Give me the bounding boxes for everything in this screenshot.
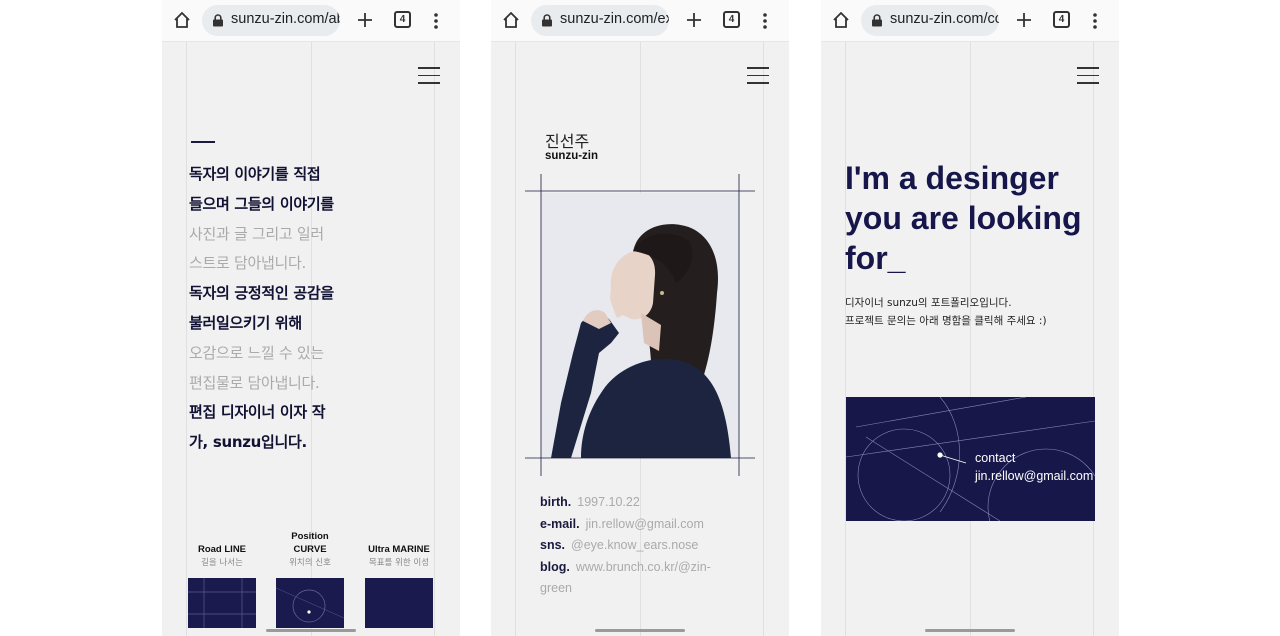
address-bar[interactable]: sunzu-zin.com/ex <box>531 5 669 36</box>
tile-title-top: Position <box>291 531 329 542</box>
hamburger-menu-icon[interactable] <box>747 67 769 84</box>
tile-title: Road LINE <box>197 544 247 555</box>
profile-name-korean: 진선주 <box>545 132 590 151</box>
headline-line: I'm a desinger <box>845 160 1059 196</box>
home-indicator <box>266 629 356 632</box>
tabs-icon[interactable]: 4 <box>394 11 411 28</box>
intro-line: 사진과 글 그리고 일러 <box>189 224 324 243</box>
tabs-icon[interactable]: 4 <box>723 11 740 28</box>
tile-title: Ultra MARINE <box>368 544 430 555</box>
lock-icon <box>872 14 882 27</box>
plus-icon[interactable] <box>684 10 704 30</box>
phone-screen-contact: sunzu-zin.com/cc 4 I'm a desinger you ar… <box>821 0 1119 636</box>
address-bar[interactable]: sunzu-zin.com/cc <box>861 5 999 36</box>
intro-line: 독자의 이야기를 직접 <box>189 165 321 183</box>
url-text: sunzu-zin.com/ex <box>560 11 669 27</box>
home-icon[interactable] <box>172 10 192 30</box>
grid-line <box>1093 42 1094 636</box>
more-vert-icon[interactable] <box>428 11 444 31</box>
info-email: e-mail. jin.rellow@gmail.com <box>540 513 770 536</box>
tile-subtitle: 목표를 위한 이성 <box>368 558 430 568</box>
tile-position-curve[interactable]: Position CURVE 위치의 신호 <box>272 530 348 628</box>
headline-line: you are looking <box>845 200 1082 236</box>
info-label: e-mail. <box>540 517 580 531</box>
browser-toolbar: sunzu-zin.com/cc 4 <box>821 0 1119 42</box>
lock-icon <box>542 14 552 27</box>
card-email[interactable]: jin.rellow@gmail.com <box>975 467 1093 485</box>
plus-icon[interactable] <box>1014 10 1034 30</box>
blog-link-continued[interactable]: green <box>540 581 572 595</box>
phone-screen-about: sunzu-zin.com/ab 4 독자의 이야기를 직접 들으며 그들의 이… <box>162 0 460 636</box>
description-line: 프로젝트 문의는 아래 명함을 클릭해 주세요 :) <box>845 315 1047 327</box>
tile-ultra-marine[interactable]: Ultra MARINE 목표를 위한 이성 <box>361 530 437 628</box>
business-card-graphic <box>846 397 1095 521</box>
info-blog-continued: green <box>540 577 770 600</box>
road-line-thumbnail <box>188 578 256 628</box>
more-vert-icon[interactable] <box>1087 11 1103 31</box>
intro-line: 편집 디자이너 이자 작 <box>189 403 326 422</box>
position-curve-thumbnail <box>276 578 344 628</box>
info-label: sns. <box>540 538 566 552</box>
lock-icon <box>213 14 223 27</box>
info-blog: blog. www.brunch.co.kr/@zin- <box>540 556 770 579</box>
intro-line: 오감으로 느낄 수 있는 <box>189 343 324 362</box>
photo-frame-lines <box>525 174 755 476</box>
hamburger-menu-icon[interactable] <box>418 67 440 84</box>
home-icon[interactable] <box>501 10 521 30</box>
phone-screen-profile: sunzu-zin.com/ex 4 진선주 sunzu-zin birth. 1… <box>491 0 789 636</box>
browser-toolbar: sunzu-zin.com/ab 4 <box>162 0 460 42</box>
more-vert-icon[interactable] <box>757 11 773 31</box>
ultra-marine-thumbnail <box>365 578 433 628</box>
grid-line <box>515 42 516 636</box>
tile-title: CURVE <box>293 544 327 555</box>
browser-toolbar: sunzu-zin.com/ex 4 <box>491 0 789 42</box>
info-sns: sns. @eye.know_ears.nose <box>540 534 770 557</box>
accent-dash <box>191 141 215 143</box>
grid-line <box>970 42 971 636</box>
info-value: 1997.10.22 <box>577 495 640 509</box>
plus-icon[interactable] <box>355 10 375 30</box>
url-text: sunzu-zin.com/cc <box>890 11 999 27</box>
info-birth: birth. 1997.10.22 <box>540 491 770 514</box>
intro-line: 가, sunzu입니다. <box>189 433 307 452</box>
address-bar[interactable]: sunzu-zin.com/ab <box>202 5 340 36</box>
business-card[interactable]: contact jin.rellow@gmail.com <box>846 397 1095 521</box>
grid-line <box>845 42 846 636</box>
tile-title-top <box>184 530 260 543</box>
intro-line: 편집물로 담아냅니다. <box>189 373 320 392</box>
intro-line: 들으며 그들의 이야기를 <box>189 194 334 213</box>
info-label: blog. <box>540 560 570 574</box>
home-indicator <box>925 629 1015 632</box>
info-label: birth. <box>540 495 572 509</box>
card-label: contact <box>975 451 1016 465</box>
profile-name-english: sunzu-zin <box>545 150 599 162</box>
headline-line: for_ <box>845 240 906 276</box>
email-link[interactable]: jin.rellow@gmail.com <box>586 517 704 531</box>
description-line: 디자이너 sunzu의 포트폴리오입니다. <box>845 297 1012 309</box>
home-indicator <box>595 629 685 632</box>
intro-line: 스트로 담아냅니다. <box>189 254 306 273</box>
intro-line: 독자의 긍정적인 공감을 <box>189 284 334 303</box>
tile-subtitle: 위치의 신호 <box>289 558 331 568</box>
tile-subtitle: 길을 나서는 <box>201 558 243 568</box>
description: 디자이너 sunzu의 포트폴리오입니다. 프로젝트 문의는 아래 명함을 클릭… <box>845 294 1047 330</box>
sns-link[interactable]: @eye.know_ears.nose <box>571 538 698 552</box>
headline: I'm a desinger you are looking for_ <box>845 158 1081 278</box>
intro-line: 불러일으키기 위해 <box>189 313 302 332</box>
tile-road-line[interactable]: Road LINE 길을 나서는 <box>184 530 260 628</box>
tabs-icon[interactable]: 4 <box>1053 11 1070 28</box>
hamburger-menu-icon[interactable] <box>1077 67 1099 84</box>
blog-link[interactable]: www.brunch.co.kr/@zin- <box>576 560 711 574</box>
home-icon[interactable] <box>831 10 851 30</box>
tile-title-top <box>361 530 437 543</box>
intro-text: 독자의 이야기를 직접 들으며 그들의 이야기를 사진과 글 그리고 일러 스트… <box>189 160 439 458</box>
url-text: sunzu-zin.com/ab <box>231 11 340 27</box>
